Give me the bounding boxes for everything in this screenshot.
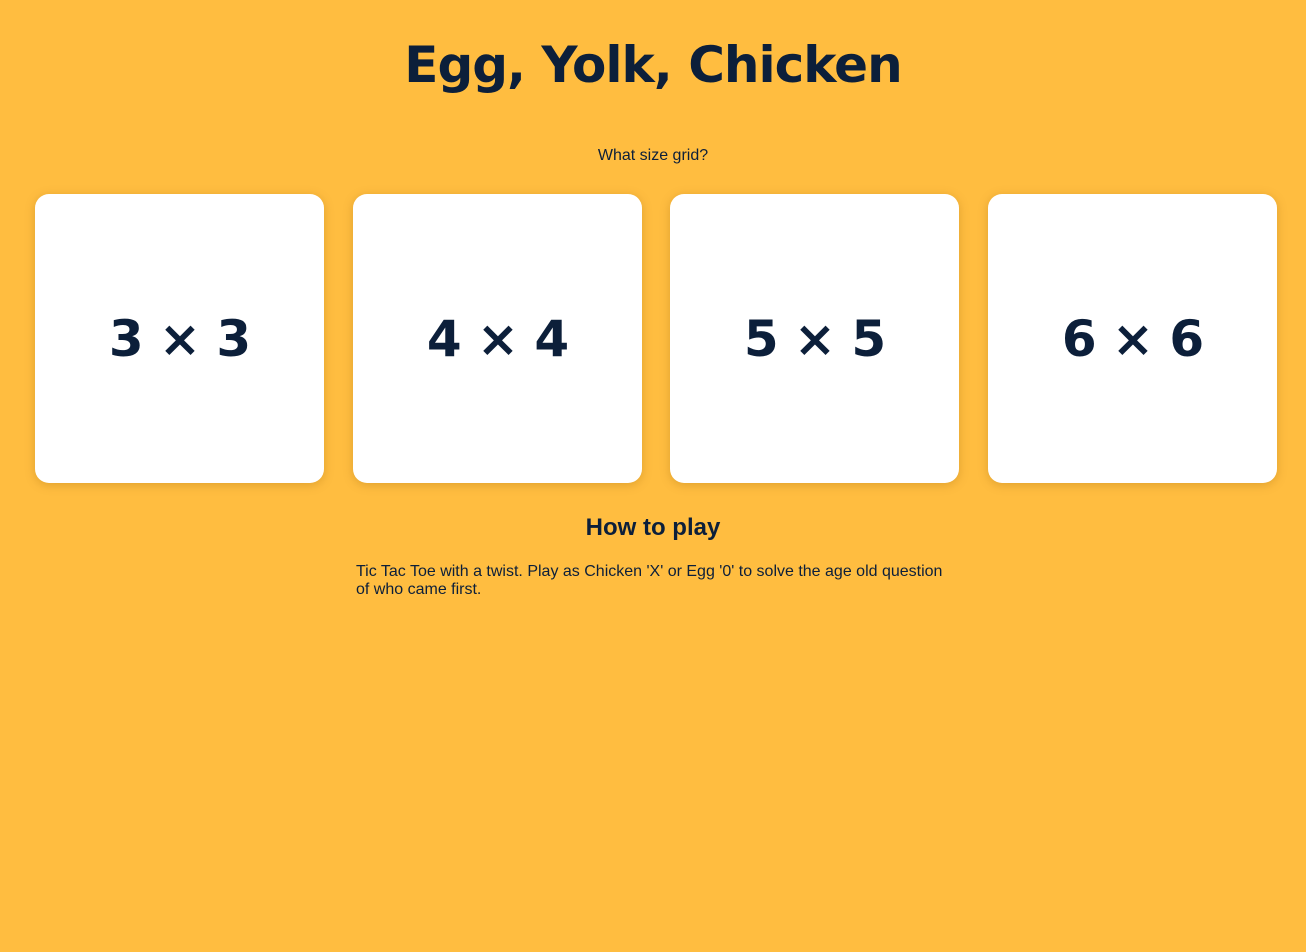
grid-option-4x4-button[interactable]: 4 × 4 bbox=[353, 194, 642, 483]
grid-option-5x5-button[interactable]: 5 × 5 bbox=[670, 194, 959, 483]
grid-option-label: 4 × 4 bbox=[426, 309, 569, 368]
grid-option-label: 6 × 6 bbox=[1061, 309, 1204, 368]
page-title: Egg, Yolk, Chicken bbox=[404, 36, 902, 94]
grid-option-label: 3 × 3 bbox=[108, 309, 251, 368]
how-to-play-heading: How to play bbox=[585, 514, 721, 541]
grid-size-prompt: What size grid? bbox=[597, 147, 709, 164]
how-to-play-text: Tic Tac Toe with a twist. Play as Chicke… bbox=[356, 563, 943, 598]
grid-option-3x3-button[interactable]: 3 × 3 bbox=[35, 194, 324, 483]
grid-size-options: 3 × 3 4 × 4 5 × 5 6 × 6 bbox=[35, 194, 1277, 483]
grid-option-label: 5 × 5 bbox=[743, 309, 886, 368]
grid-option-6x6-button[interactable]: 6 × 6 bbox=[988, 194, 1277, 483]
